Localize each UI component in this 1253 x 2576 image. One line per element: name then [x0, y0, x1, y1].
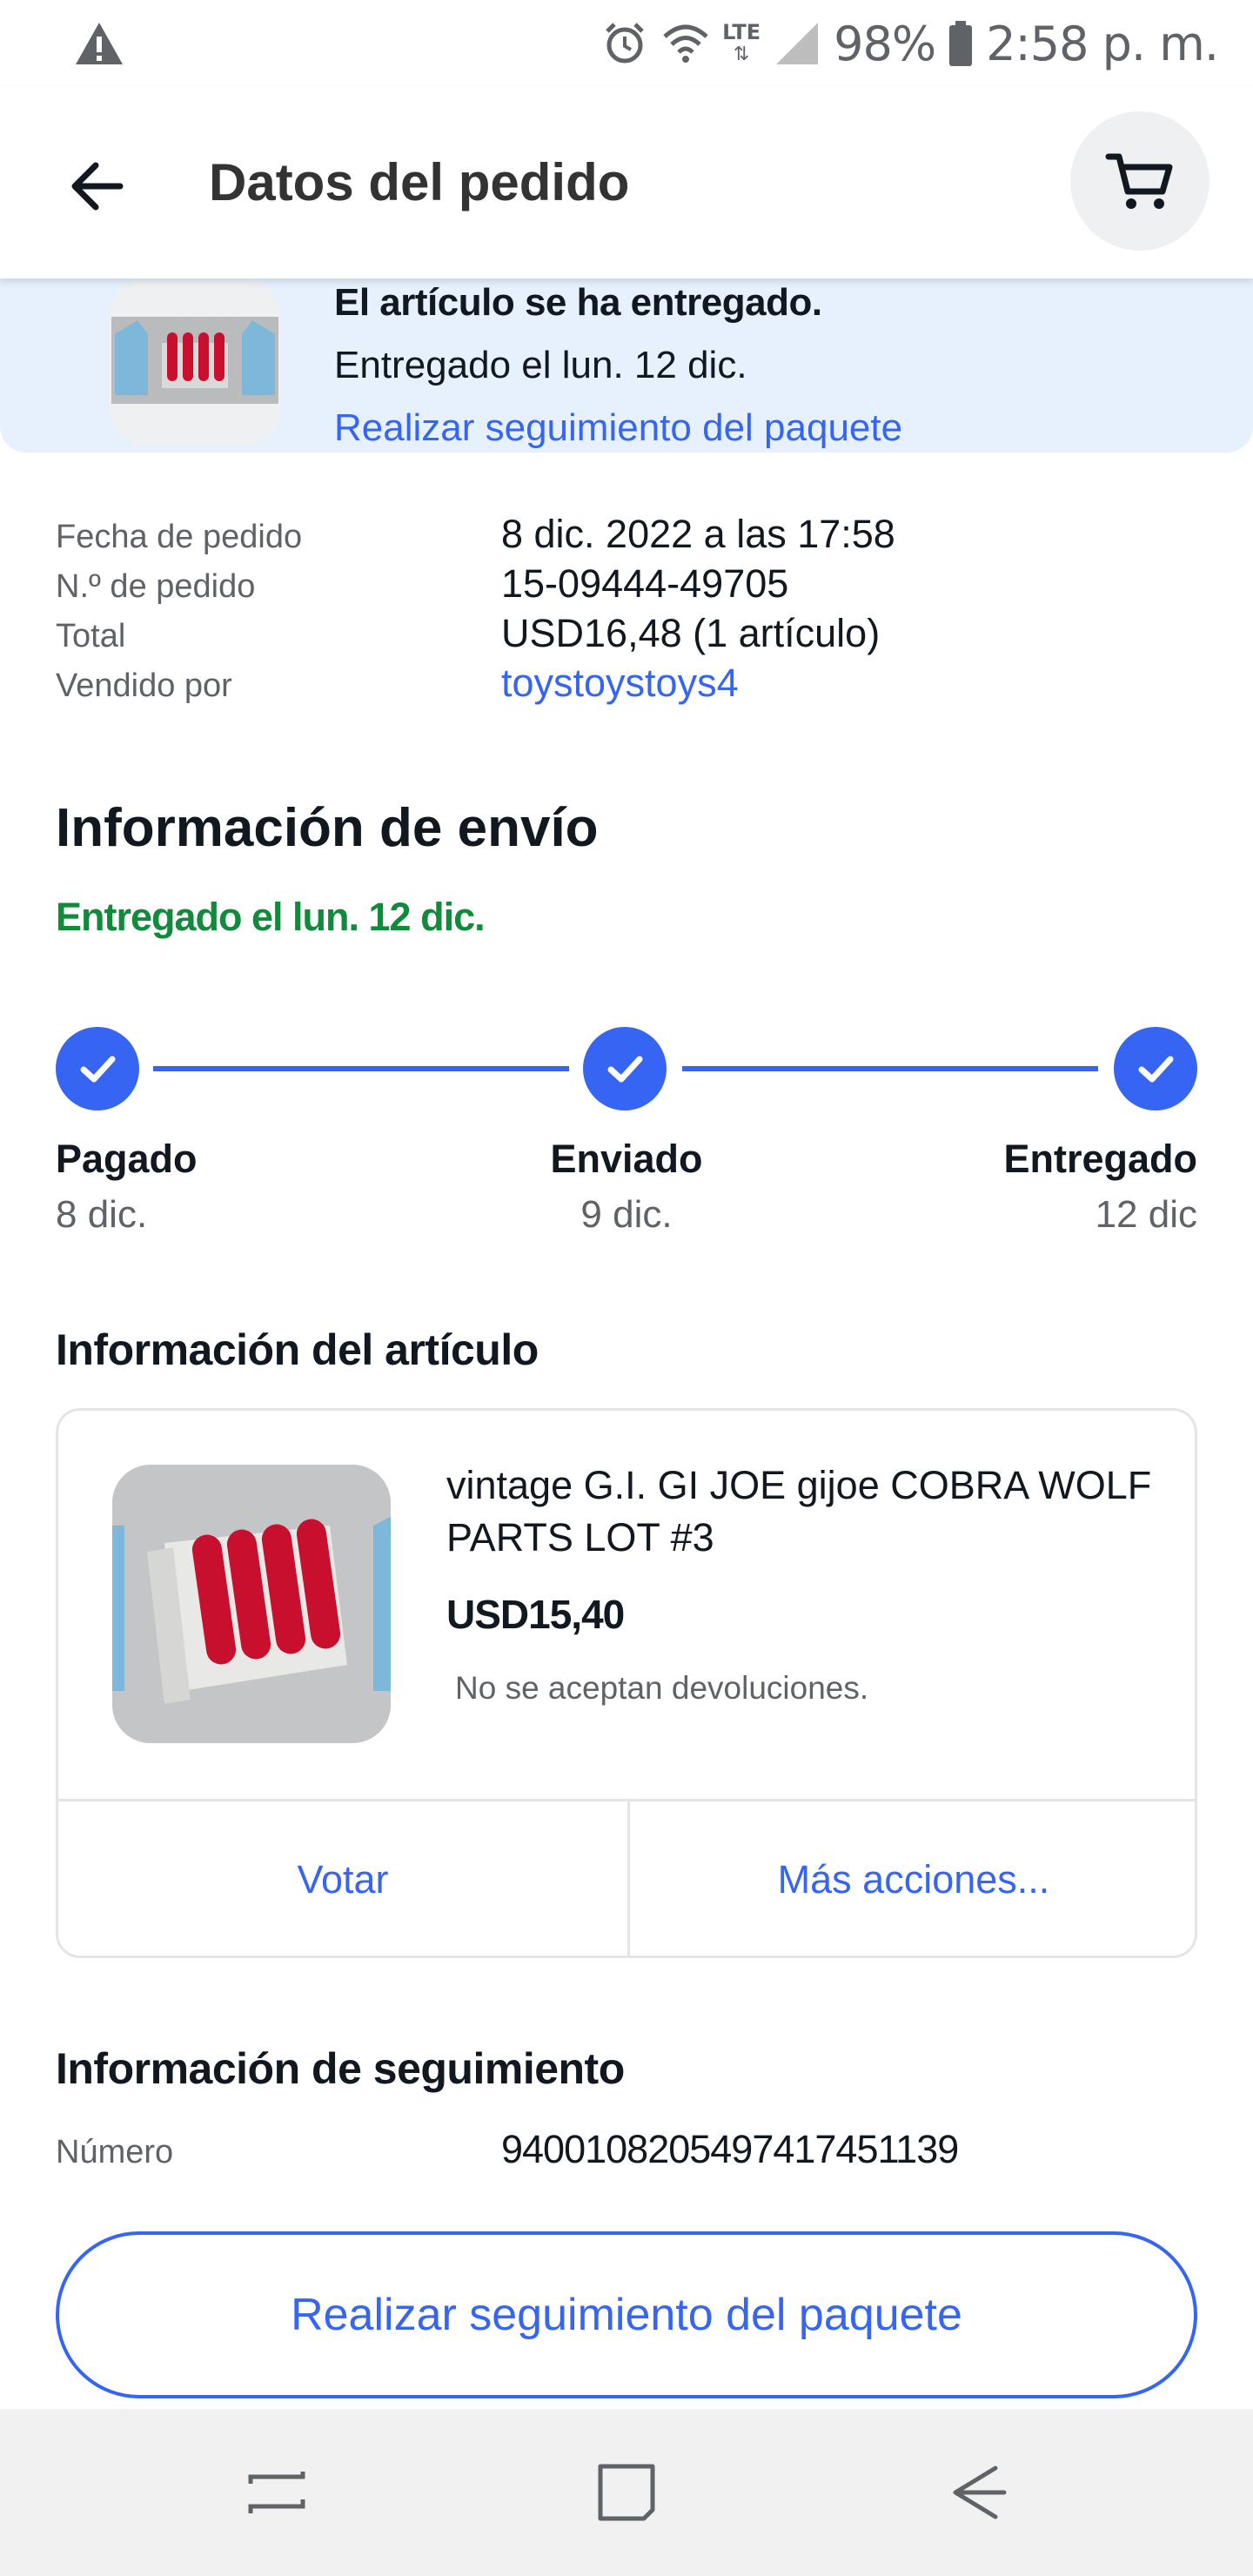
order-number-label: N.º de pedido	[56, 568, 256, 605]
item-photo	[111, 317, 278, 404]
shipping-progress	[56, 1027, 1197, 1114]
step-shipped-label: Enviado	[550, 1137, 703, 1181]
item-price: USD15,40	[446, 1592, 625, 1637]
battery-icon	[949, 21, 973, 66]
back-nav-button[interactable]	[926, 2440, 1030, 2545]
back-button[interactable]	[56, 144, 139, 228]
lte-indicator: LTE ⇅	[722, 21, 761, 66]
item-card: vintage G.I. GI JOE gijoe COBRA WOLF PAR…	[56, 1408, 1197, 1958]
cart-icon	[1105, 153, 1173, 209]
order-total-value: USD16,48 (1 artículo)	[501, 611, 881, 655]
item-image[interactable]	[112, 1465, 391, 1743]
tracking-number-value: 9400108205497417451139	[501, 2127, 959, 2171]
track-package-button[interactable]: Realizar seguimiento del paquete	[56, 2231, 1197, 2398]
signal-icon	[776, 23, 819, 64]
recent-apps-icon	[248, 2472, 305, 2513]
order-number-row: N.º de pedido 15-09444-49705	[56, 561, 1204, 611]
shipping-status: Entregado el lun. 12 dic.	[56, 895, 486, 939]
cart-button[interactable]	[1070, 111, 1209, 251]
seller-row: Vendido por toystoystoys4	[56, 661, 1204, 710]
arrow-left-icon	[71, 162, 124, 211]
order-total-row: Total USD16,48 (1 artículo)	[56, 611, 1204, 661]
alarm-icon	[606, 23, 644, 64]
page-title: Datos del pedido	[209, 153, 630, 211]
warning-icon	[76, 23, 123, 64]
step-paid-date: 8 dic.	[56, 1193, 148, 1236]
step-delivered-check-icon	[1114, 1027, 1197, 1110]
item-photo-large	[112, 1465, 391, 1743]
back-nav-icon	[953, 2465, 1007, 2519]
order-date-label: Fecha de pedido	[56, 519, 303, 555]
seller-link[interactable]: toystoystoys4	[501, 661, 739, 706]
more-actions-button[interactable]: Más acciones...	[630, 1801, 1195, 1955]
tracking-info-heading: Información de seguimiento	[56, 2044, 625, 2093]
track-package-link[interactable]: Realizar seguimiento del paquete	[334, 404, 902, 453]
order-date-value: 8 dic. 2022 a las 17:58	[501, 512, 895, 556]
step-paid-label: Pagado	[56, 1137, 198, 1181]
system-nav-bar	[0, 2409, 1253, 2576]
order-details: Fecha de pedido 8 dic. 2022 a las 17:58 …	[56, 512, 1204, 710]
vote-button[interactable]: Votar	[58, 1801, 627, 1955]
progress-line-2	[682, 1066, 1098, 1071]
status-bar: LTE ⇅ 98% 2:58 p. m.	[0, 0, 1253, 87]
step-delivered-label: Entregado	[1003, 1137, 1197, 1181]
item-info-heading: Información del artículo	[56, 1325, 539, 1374]
item-returns-policy: No se aceptan devoluciones.	[455, 1670, 869, 1706]
home-icon	[598, 2464, 655, 2521]
tracking-number-label: Número	[56, 2134, 174, 2170]
step-shipped-date: 9 dic.	[580, 1193, 673, 1236]
progress-line-1	[153, 1066, 569, 1071]
banner-item-thumbnail	[110, 280, 280, 446]
battery-percent: 98%	[834, 16, 936, 71]
order-number-value: 15-09444-49705	[501, 561, 789, 606]
wifi-icon	[663, 24, 708, 63]
order-date-row: Fecha de pedido 8 dic. 2022 a las 17:58	[56, 512, 1204, 561]
step-shipped-check-icon	[583, 1027, 667, 1110]
shipping-info-title: Información de envío	[56, 798, 599, 858]
home-button[interactable]	[574, 2440, 679, 2545]
app-bar: Datos del pedido	[0, 87, 1253, 278]
step-paid-check-icon	[56, 1027, 139, 1110]
delivery-date: Entregado el lun. 12 dic.	[334, 344, 747, 386]
clock: 2:58 p. m.	[986, 16, 1219, 71]
order-total-label: Total	[56, 618, 126, 654]
delivery-title: El artículo se ha entregado.	[334, 281, 822, 324]
recent-apps-button[interactable]	[224, 2440, 329, 2545]
seller-label: Vendido por	[56, 667, 232, 704]
data-arrows-icon: ⇅	[733, 44, 750, 65]
lte-label: LTE	[722, 20, 761, 44]
delivery-banner[interactable]: El artículo se ha entregado. Entregado e…	[0, 278, 1253, 453]
step-delivered-date: 12 dic	[1095, 1193, 1197, 1236]
status-icons: LTE ⇅ 98% 2:58 p. m.	[600, 12, 1219, 75]
item-title[interactable]: vintage G.I. GI JOE gijoe COBRA WOLF PAR…	[446, 1459, 1160, 1564]
